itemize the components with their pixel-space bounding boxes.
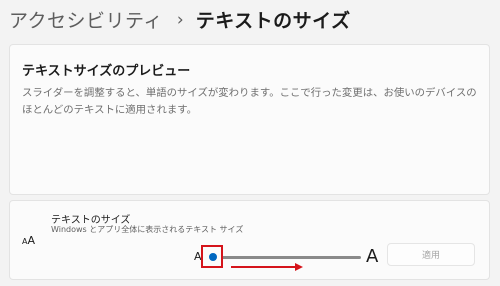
text-size-slider-track[interactable] [218,256,361,259]
apply-button[interactable]: 適用 [387,243,475,266]
breadcrumb: アクセシビリティ › テキストのサイズ [9,6,351,33]
preview-title: テキストサイズのプレビュー [22,64,191,79]
preview-card: テキストサイズのプレビュー スライダーを調整すると、単語のサイズが変わります。こ… [9,44,490,195]
preview-text: スライダーを調整すると、単語のサイズが変わります。ここで行った変更は、お使いのデ… [22,87,477,116]
settings-page: アクセシビリティ › テキストのサイズ テキストサイズのプレビュー スライダーを… [0,0,500,286]
text-size-slider-thumb[interactable] [209,253,217,261]
breadcrumb-accessibility-link[interactable]: アクセシビリティ [9,6,163,33]
text-size-icon-big-letter: A [27,234,36,247]
drag-right-arrow-icon [231,263,303,271]
slider-max-label: A [366,246,379,267]
page-title: テキストのサイズ [195,10,351,32]
chevron-right-icon: › [176,9,184,30]
text-size-subtitle: Windows とアプリ全体に表示されるテキスト サイズ [51,225,244,234]
text-size-icon: AA [22,232,35,246]
text-size-card: AA テキストのサイズ Windows とアプリ全体に表示されるテキスト サイズ… [9,200,490,280]
